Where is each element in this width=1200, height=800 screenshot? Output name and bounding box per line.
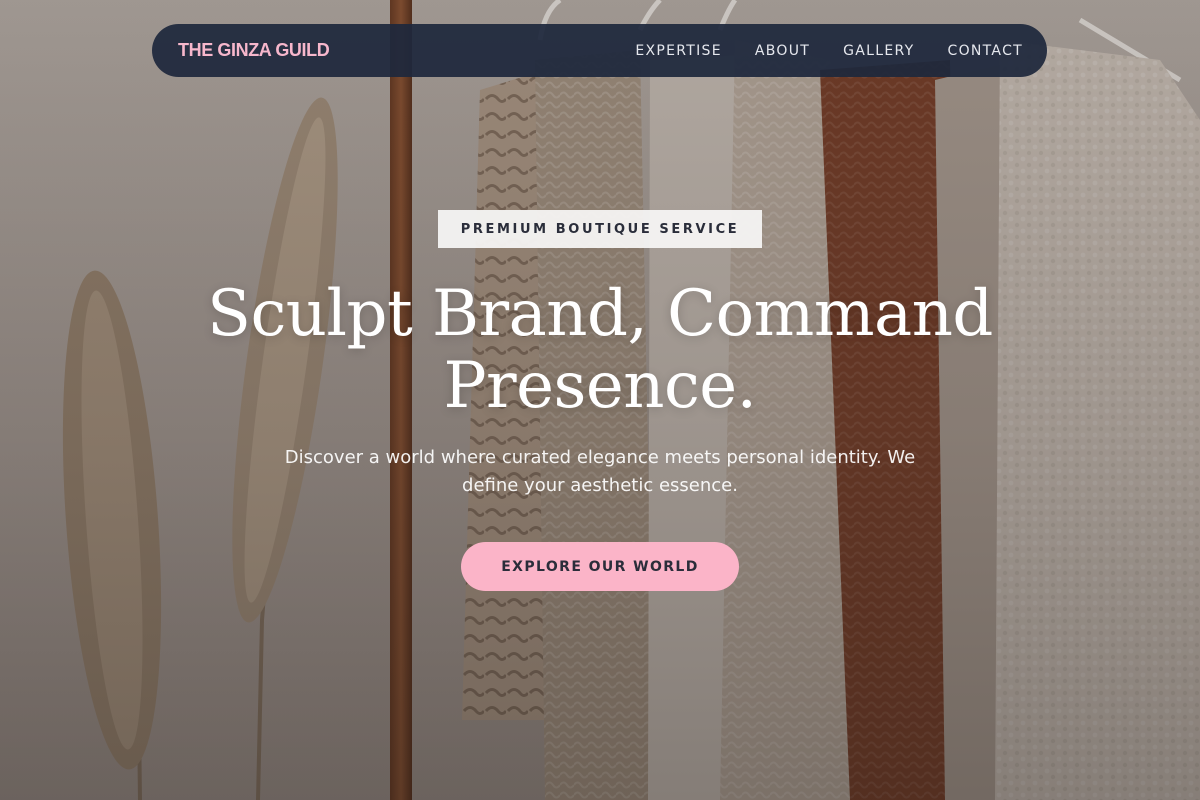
hero-subtext: Discover a world where curated elegance …: [284, 447, 916, 496]
hero-section: PREMIUM BOUTIQUE SERVICE Sculpt Brand, C…: [0, 210, 1200, 591]
nav-link-about[interactable]: ABOUT: [755, 43, 810, 59]
hero-headline: Sculpt Brand, Command Presence.: [207, 277, 993, 423]
nav-link-expertise[interactable]: EXPERTISE: [635, 43, 722, 59]
hero-tag-badge: PREMIUM BOUTIQUE SERVICE: [437, 210, 763, 248]
nav-link-contact[interactable]: CONTACT: [948, 43, 1024, 59]
nav-links: EXPERTISE ABOUT GALLERY CONTACT: [635, 43, 1023, 59]
explore-button[interactable]: EXPLORE OUR WORLD: [461, 542, 739, 591]
navbar: THE GINZA GUILD EXPERTISE ABOUT GALLERY …: [152, 24, 1047, 77]
brand-logo[interactable]: THE GINZA GUILD: [178, 40, 330, 61]
nav-link-gallery[interactable]: GALLERY: [843, 43, 914, 59]
